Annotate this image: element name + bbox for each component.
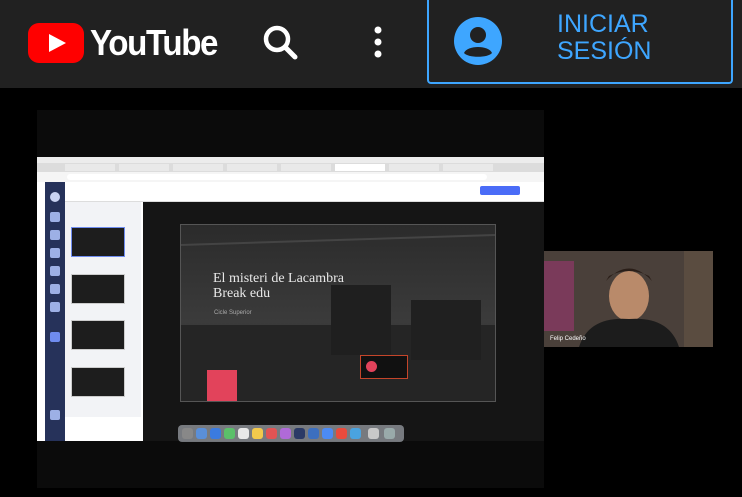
slide-title-line2: Break edu	[213, 286, 271, 301]
downloads-icon	[368, 428, 379, 439]
browser-tab	[281, 164, 331, 171]
calendar-icon	[238, 428, 249, 439]
slide-thumbnails	[65, 202, 141, 417]
mac-dock	[178, 425, 404, 442]
slide-thumbnail	[71, 274, 125, 304]
text-icon	[50, 212, 60, 222]
shared-screen: El misteri de Lacambra Break edu Cicle S…	[37, 157, 544, 441]
image-icon	[50, 230, 60, 240]
audio-icon	[50, 284, 60, 294]
share-button	[480, 186, 520, 195]
webcam-tile[interactable]: Felip Cedeño	[544, 251, 713, 347]
browser-tab	[443, 164, 493, 171]
more-options-button[interactable]	[360, 20, 396, 66]
search-button[interactable]	[258, 20, 304, 66]
search-icon	[263, 25, 298, 60]
logo-icon	[50, 192, 60, 202]
play-icon	[366, 361, 377, 372]
account-circle-icon	[454, 17, 502, 65]
notes-icon	[252, 428, 263, 439]
browser-address-bar	[37, 172, 544, 182]
slide-thumbnail	[71, 227, 125, 257]
browser-tab-active	[335, 164, 385, 171]
slide-title-line1: El misteri de Lacambra	[213, 271, 344, 286]
browser-tab	[173, 164, 223, 171]
messages-icon	[224, 428, 235, 439]
finder-icon	[182, 428, 193, 439]
sign-in-label: INICIAR SESIÓN	[557, 10, 652, 65]
editor-side-rail	[45, 182, 65, 441]
slide-thumbnail	[71, 367, 125, 397]
pages-icon	[50, 332, 60, 342]
participant-name: Felip Cedeño	[550, 336, 586, 342]
app-icon	[196, 428, 207, 439]
browser-tab	[227, 164, 277, 171]
browser-tab	[119, 164, 169, 171]
safari-icon	[210, 428, 221, 439]
slide-thumbnail	[71, 320, 125, 350]
puzzle-logo	[207, 370, 237, 401]
top-app-bar: YouTube INICIAR SESIÓN	[0, 0, 742, 88]
settings-icon	[50, 410, 60, 420]
browser-tab-strip	[37, 163, 544, 172]
webcam-video	[544, 251, 713, 347]
editor-toolbar	[45, 182, 544, 202]
browser-tab	[389, 164, 439, 171]
more-vert-icon	[374, 26, 382, 58]
slide-canvas: El misteri de Lacambra Break edu Cicle S…	[180, 224, 496, 402]
youtube-logo[interactable]: YouTube	[28, 22, 228, 64]
zoom-icon	[322, 428, 333, 439]
app-store-icon	[350, 428, 361, 439]
browser-tab	[65, 164, 115, 171]
photoshop-icon	[294, 428, 305, 439]
url-field	[67, 174, 487, 180]
slide-title: El misteri de Lacambra Break edu	[213, 271, 344, 301]
interactive-icon	[50, 266, 60, 276]
slide-subtitle: Cicle Superior	[214, 310, 252, 316]
brand-wordmark: YouTube	[90, 22, 218, 63]
app-icon	[266, 428, 277, 439]
insert-icon	[50, 302, 60, 312]
sign-in-button[interactable]: INICIAR SESIÓN	[427, 0, 733, 84]
slide-stage: El misteri de Lacambra Break edu Cicle S…	[143, 202, 544, 441]
video-widget	[360, 355, 408, 379]
word-icon	[308, 428, 319, 439]
media-icon	[50, 248, 60, 258]
app-icon	[280, 428, 291, 439]
youtube-play-icon	[28, 23, 84, 63]
chrome-icon	[336, 428, 347, 439]
trash-icon	[384, 428, 395, 439]
